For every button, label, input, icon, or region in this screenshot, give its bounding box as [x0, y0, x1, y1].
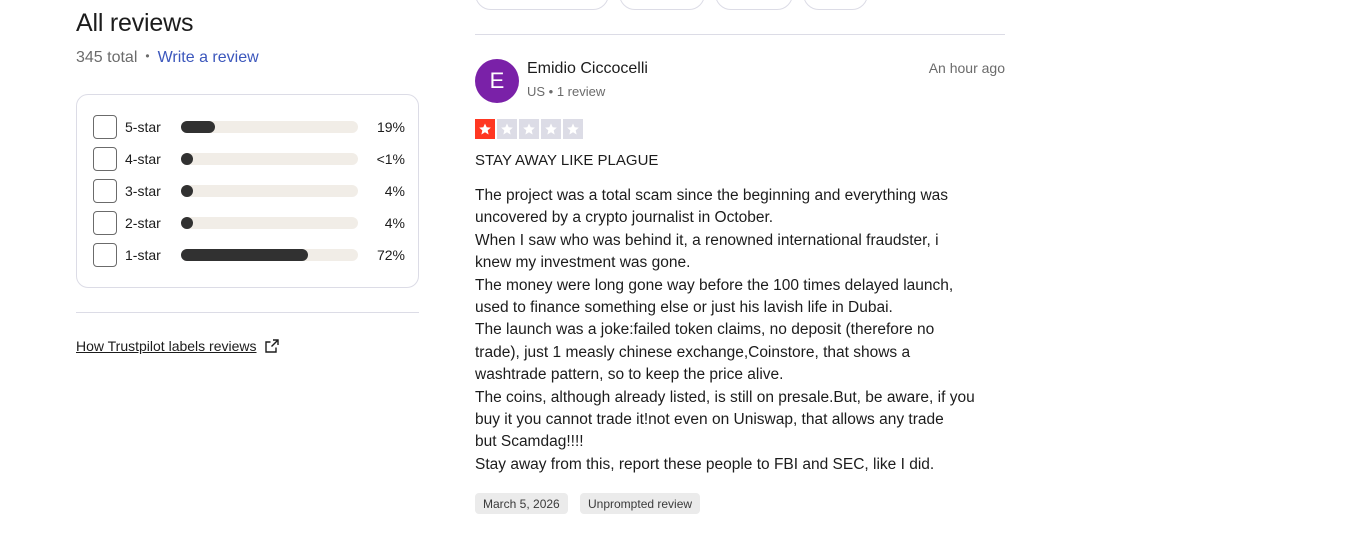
- reviewer-name[interactable]: Emidio Ciccocelli: [527, 60, 648, 78]
- filter-chip[interactable]: [475, 0, 609, 10]
- star-empty-icon: [541, 119, 561, 139]
- rating-bar-track: [181, 185, 358, 197]
- star-empty-icon: [497, 119, 517, 139]
- write-review-link[interactable]: Write a review: [158, 49, 259, 66]
- review-body-line: trade), just 1 measly chinese exchange,C…: [475, 343, 911, 361]
- review-body-line: When I saw who was behind it, a renowned…: [475, 231, 939, 249]
- review-title[interactable]: STAY AWAY LIKE PLAGUE: [475, 152, 658, 169]
- rating-percent: 4%: [384, 183, 405, 199]
- star-empty-icon: [563, 119, 583, 139]
- how-trustpilot-labels-link[interactable]: How Trustpilot labels reviews: [76, 338, 280, 354]
- filter-row-1-star[interactable]: 1-star 72%: [93, 242, 405, 268]
- rating-percent: 72%: [376, 247, 405, 263]
- star-rating: [475, 119, 583, 139]
- review-body-line: uncovered by a crypto journalist in Octo…: [475, 209, 774, 227]
- divider: [475, 34, 1005, 35]
- separator-dot: •: [145, 49, 150, 63]
- checkbox-4-star[interactable]: [93, 147, 117, 171]
- filter-label: 5-star: [125, 119, 161, 135]
- review-body-line: Stay away from this, report these people…: [475, 455, 935, 473]
- review-body-line: The money were long gone way before the …: [475, 276, 954, 294]
- star-empty-icon: [519, 119, 539, 139]
- review-body-line: The coins, although already listed, is s…: [475, 388, 975, 406]
- avatar-letter: E: [489, 68, 505, 93]
- filter-chip[interactable]: [715, 0, 793, 10]
- reviewer-meta: US • 1 review: [527, 84, 606, 99]
- review-body-line: knew my investment was gone.: [475, 254, 691, 272]
- rating-bar-track: [181, 217, 358, 229]
- rating-bar-track: [181, 153, 358, 165]
- rating-percent: 4%: [384, 215, 405, 231]
- date-tag: March 5, 2026: [475, 493, 568, 514]
- filter-chip[interactable]: [803, 0, 868, 10]
- filter-label: 1-star: [125, 247, 161, 263]
- review-body-line: used to finance something else or just h…: [475, 299, 893, 317]
- filter-row-2-star[interactable]: 2-star 4%: [93, 210, 405, 236]
- rating-percent: 19%: [376, 119, 405, 135]
- review-body-line: buy it you cannot trade it!not even on U…: [475, 411, 944, 429]
- filter-row-5-star[interactable]: 5-star 19%: [93, 114, 405, 140]
- checkbox-1-star[interactable]: [93, 243, 117, 267]
- checkbox-2-star[interactable]: [93, 211, 117, 235]
- review-type-tag: Unprompted review: [580, 493, 701, 514]
- reviews-page: All reviews 345 total • Write a review 5-s…: [0, 0, 1346, 534]
- rating-bar-fill: [181, 121, 215, 133]
- total-reviews-count: 345 total: [76, 49, 138, 66]
- avatar[interactable]: E: [475, 59, 519, 103]
- filter-chip[interactable]: [619, 0, 705, 10]
- external-link-icon: [264, 338, 280, 354]
- labels-link-text: How Trustpilot labels reviews: [76, 338, 257, 354]
- review-time: An hour ago: [928, 60, 1005, 76]
- star-rating-filter: 5-star 19% 4-star <1% 3-star 4% 2-star 4…: [76, 94, 419, 288]
- filter-label: 3-star: [125, 183, 161, 199]
- review-body-line: The project was a total scam since the b…: [475, 187, 949, 204]
- review-summary-line: 345 total • Write a review: [76, 49, 259, 67]
- rating-bar-fill: [181, 185, 193, 197]
- review-body: The project was a total scam since the b…: [475, 185, 1007, 476]
- review-body-line: washtrade pattern, so to keep the price …: [475, 366, 784, 384]
- rating-bar-track: [181, 121, 358, 133]
- filter-label: 2-star: [125, 215, 161, 231]
- rating-percent: <1%: [376, 151, 405, 167]
- checkbox-3-star[interactable]: [93, 179, 117, 203]
- filter-row-4-star[interactable]: 4-star <1%: [93, 146, 405, 172]
- divider: [76, 312, 419, 313]
- review-body-line: The launch was a joke:failed token claim…: [475, 321, 935, 339]
- rating-bar-fill: [181, 249, 308, 261]
- checkbox-5-star[interactable]: [93, 115, 117, 139]
- star-filled-icon: [475, 119, 495, 139]
- rating-bar-fill: [181, 153, 193, 165]
- page-title: All reviews: [76, 9, 194, 37]
- rating-bar-track: [181, 249, 358, 261]
- rating-bar-fill: [181, 217, 193, 229]
- review-body-line: but Scamdag!!!!: [475, 433, 584, 451]
- filter-row-3-star[interactable]: 3-star 4%: [93, 178, 405, 204]
- filter-label: 4-star: [125, 151, 161, 167]
